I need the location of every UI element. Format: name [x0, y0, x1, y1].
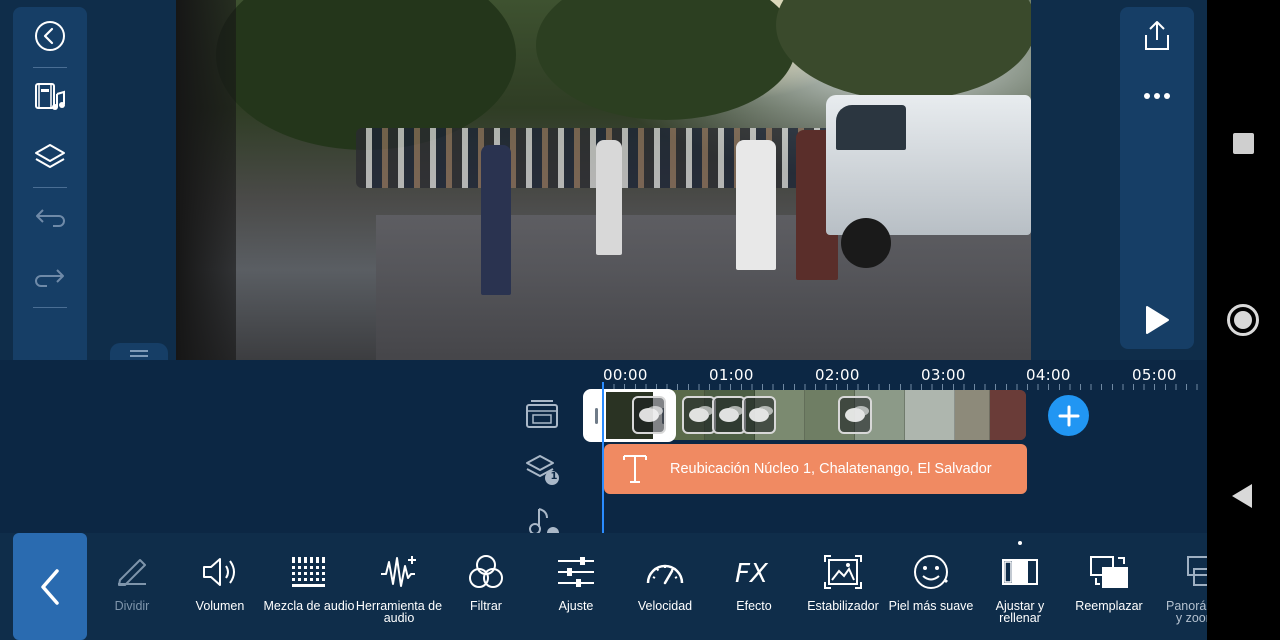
tool-volumen[interactable]: Volumen	[182, 533, 258, 640]
tool-label: Estabilizador	[807, 599, 879, 613]
video-editor-screen: 00:00 01:00 02:00 03:00 04:00 05:00 1 Re…	[0, 0, 1280, 640]
tool-label: Ajustar y rellenar	[995, 599, 1045, 625]
toolbar-back-button[interactable]	[13, 533, 87, 640]
preview-truck-window	[836, 105, 906, 150]
tool-label: Velocidad	[637, 599, 693, 613]
plus-icon	[1058, 405, 1079, 426]
layer-track-icon[interactable]: 1	[524, 451, 560, 487]
clip-frame	[955, 390, 990, 440]
tool-dividir[interactable]: Dividir	[94, 533, 170, 640]
tool-reemplazar[interactable]: Reemplazar	[1068, 533, 1150, 640]
preview-shadow	[176, 0, 236, 360]
left-panel-separator	[33, 187, 67, 188]
tool-label: Reemplazar	[1075, 599, 1143, 613]
transition-marker[interactable]	[682, 396, 716, 434]
sliders-icon	[558, 557, 594, 587]
tool-label: Dividir	[114, 599, 150, 613]
clip-frame	[905, 390, 955, 440]
filter-icon	[469, 555, 503, 588]
speedometer-icon	[646, 564, 684, 585]
tool-label: Mezcla de audio	[263, 599, 355, 613]
redo-icon[interactable]	[13, 254, 87, 304]
stabilizer-icon	[824, 555, 862, 589]
transition-marker[interactable]	[742, 396, 776, 434]
tool-label: Piel más suave	[888, 599, 974, 613]
undo-icon[interactable]	[13, 194, 87, 244]
preview-truck-wheel	[841, 218, 891, 268]
text-t-icon	[623, 455, 647, 483]
volume-icon	[203, 558, 235, 586]
tool-mezcla-de-audio[interactable]: Mezcla de audio	[262, 533, 356, 640]
preview-person	[736, 140, 776, 270]
tool-piel-mas-suave[interactable]: Piel más suave	[887, 533, 975, 640]
system-back-button[interactable]	[1232, 484, 1252, 508]
chevron-left-icon	[41, 568, 59, 605]
bottom-toolbar: Dividir Volumen Mezcla de audio Herramie…	[0, 533, 1233, 640]
tool-ajustar-y-rellenar[interactable]: Ajustar y rellenar	[982, 533, 1058, 640]
ruler-label: 03:00	[921, 366, 966, 384]
export-share-icon[interactable]	[1120, 11, 1194, 61]
recents-button[interactable]	[1233, 133, 1254, 154]
preview-road	[376, 215, 1031, 360]
smile-icon	[914, 555, 948, 589]
left-panel-separator	[33, 307, 67, 308]
left-panel-separator	[33, 67, 67, 68]
tool-label: Volumen	[195, 599, 245, 613]
new-indicator-dot	[1018, 541, 1022, 545]
video-preview[interactable]	[176, 0, 1031, 360]
tool-herramienta-de-audio[interactable]: Herramienta de audio	[354, 533, 444, 640]
tool-label: Ajuste	[558, 599, 594, 613]
layer-count-badge: 1	[550, 471, 558, 482]
text-clip-label: Reubicación Núcleo 1, Chalatenango, El S…	[670, 461, 992, 477]
transition-marker[interactable]	[712, 396, 746, 434]
right-tool-panel	[1120, 7, 1194, 349]
replace-icon	[1090, 556, 1128, 588]
ruler-label: 01:00	[709, 366, 754, 384]
tool-velocidad[interactable]: Velocidad	[627, 533, 703, 640]
playhead[interactable]	[602, 382, 604, 533]
audio-tool-icon	[381, 556, 416, 587]
add-clip-button[interactable]	[1048, 395, 1089, 436]
audio-mix-icon	[292, 557, 325, 587]
svg-text:FX: FX	[735, 559, 769, 588]
preview-tree-right	[776, 0, 1031, 100]
pencil-split-icon	[118, 559, 146, 586]
media-music-icon[interactable]	[13, 72, 87, 122]
video-track-icon[interactable]	[524, 397, 560, 433]
tool-estabilizador[interactable]: Estabilizador	[803, 533, 883, 640]
preview-person	[481, 145, 511, 295]
tool-label: Herramienta de audio	[355, 599, 443, 625]
back-circle-icon[interactable]	[13, 11, 87, 61]
fx-icon: FX	[735, 559, 769, 588]
tool-filtrar[interactable]: Filtrar	[448, 533, 524, 640]
ruler-label: 04:00	[1026, 366, 1071, 384]
tool-label: Filtrar	[470, 599, 502, 613]
preview-tree-center	[536, 0, 796, 120]
clip-frame	[990, 390, 1026, 440]
ruler-label: 02:00	[815, 366, 860, 384]
play-icon[interactable]	[1120, 295, 1194, 345]
ruler-label: 05:00	[1132, 366, 1177, 384]
preview-person	[596, 140, 622, 255]
home-button[interactable]	[1227, 304, 1259, 336]
more-dots-icon[interactable]	[1120, 71, 1194, 121]
transition-marker[interactable]	[632, 396, 666, 434]
tool-efecto[interactable]: FX Efecto	[716, 533, 792, 640]
fit-fill-icon	[1002, 559, 1038, 585]
layers-icon[interactable]	[13, 132, 87, 182]
tool-ajuste[interactable]: Ajuste	[538, 533, 614, 640]
timeline[interactable]: 00:00 01:00 02:00 03:00 04:00 05:00 1 Re…	[0, 360, 1207, 537]
transition-marker[interactable]	[838, 396, 872, 434]
text-clip[interactable]: Reubicación Núcleo 1, Chalatenango, El S…	[604, 444, 1027, 494]
ruler-label: 00:00	[603, 366, 648, 384]
tool-label: Efecto	[736, 599, 772, 613]
